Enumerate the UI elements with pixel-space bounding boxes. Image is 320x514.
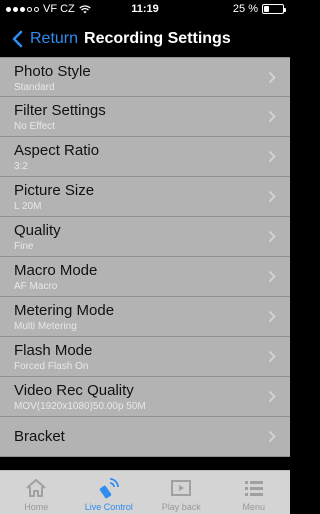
- setting-value: Forced Flash On: [14, 361, 89, 372]
- setting-label: Metering Mode: [14, 302, 115, 319]
- menu-icon: [244, 481, 263, 496]
- tab-live-control[interactable]: Live Control: [73, 471, 146, 514]
- back-label: Return: [30, 29, 79, 47]
- chevron-right-icon: [268, 270, 276, 283]
- setting-label: Quality: [14, 222, 61, 239]
- settings-list: Photo Style Standard Filter Settings No …: [0, 57, 290, 457]
- navigation-bar: Return Recording Settings: [0, 20, 290, 57]
- setting-value: AF Macro: [14, 281, 58, 292]
- chevron-right-icon: [268, 430, 276, 443]
- playback-icon: [171, 480, 192, 496]
- setting-label: Aspect Ratio: [14, 142, 100, 159]
- setting-value: No Effect: [14, 121, 55, 132]
- status-bar: VF CZ 11:19 25 %: [0, 0, 290, 20]
- tab-bar: Home Live Control Play back Menu: [0, 470, 290, 514]
- setting-row-macro-mode[interactable]: Macro Mode AF Macro: [0, 257, 290, 297]
- chevron-left-icon: [12, 30, 23, 47]
- remote-control-icon: [99, 478, 119, 499]
- tab-label: Home: [24, 502, 49, 512]
- chevron-right-icon: [268, 110, 276, 123]
- home-icon: [26, 479, 46, 497]
- setting-label: Video Rec Quality: [14, 382, 134, 399]
- back-button[interactable]: Return: [0, 30, 78, 48]
- tab-play-back[interactable]: Play back: [145, 471, 218, 514]
- setting-row-filter-settings[interactable]: Filter Settings No Effect: [0, 97, 290, 137]
- setting-row-photo-style[interactable]: Photo Style Standard: [0, 57, 290, 97]
- setting-row-metering-mode[interactable]: Metering Mode Multi Metering: [0, 297, 290, 337]
- chevron-right-icon: [268, 350, 276, 363]
- status-right: 25 %: [232, 3, 286, 15]
- setting-value: L 20M: [14, 201, 42, 212]
- setting-value: Fine: [14, 241, 34, 252]
- setting-label: Picture Size: [14, 182, 95, 199]
- setting-label: Photo Style: [14, 63, 91, 80]
- setting-label: Flash Mode: [14, 342, 93, 359]
- setting-value: 3:2: [14, 161, 28, 172]
- tab-label: Menu: [242, 502, 265, 512]
- setting-row-quality[interactable]: Quality Fine: [0, 217, 290, 257]
- setting-label: Macro Mode: [14, 262, 98, 279]
- battery-level: [264, 6, 269, 12]
- setting-row-bracket[interactable]: Bracket: [0, 417, 290, 457]
- tab-menu[interactable]: Menu: [218, 471, 291, 514]
- page-title: Recording Settings: [84, 29, 231, 47]
- setting-row-video-rec-quality[interactable]: Video Rec Quality MOV(1920x1080)50.00p 5…: [0, 377, 290, 417]
- chevron-right-icon: [268, 71, 276, 84]
- battery-icon: [262, 4, 286, 14]
- chevron-right-icon: [268, 230, 276, 243]
- setting-label: Bracket: [14, 428, 65, 445]
- setting-label: Filter Settings: [14, 102, 106, 119]
- setting-row-aspect-ratio[interactable]: Aspect Ratio 3:2: [0, 137, 290, 177]
- setting-row-flash-mode[interactable]: Flash Mode Forced Flash On: [0, 337, 290, 377]
- tab-home[interactable]: Home: [0, 471, 73, 514]
- tab-label: Play back: [161, 502, 201, 512]
- chevron-right-icon: [268, 150, 276, 163]
- chevron-right-icon: [268, 190, 276, 203]
- chevron-right-icon: [268, 310, 276, 323]
- battery-percent: 25 %: [232, 3, 258, 15]
- setting-value: MOV(1920x1080)50.00p 50M: [14, 401, 146, 412]
- chevron-right-icon: [268, 390, 276, 403]
- setting-row-picture-size[interactable]: Picture Size L 20M: [0, 177, 290, 217]
- tab-label: Live Control: [84, 502, 133, 512]
- setting-value: Standard: [14, 82, 55, 93]
- setting-value: Multi Metering: [14, 321, 77, 332]
